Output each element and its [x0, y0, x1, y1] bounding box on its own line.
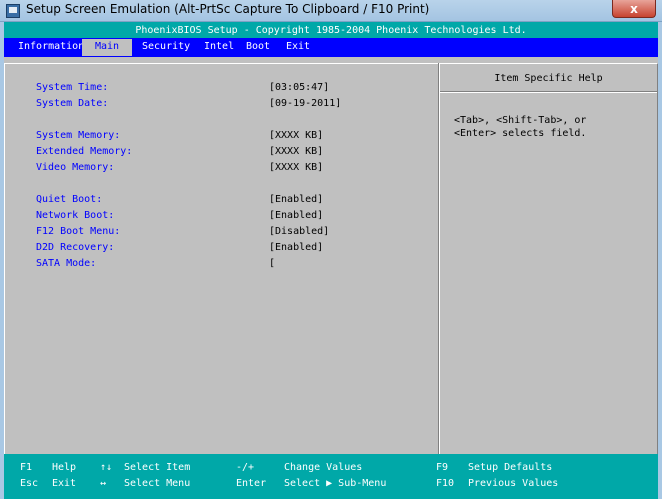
- panel-divider: [438, 63, 440, 471]
- key-esc: Esc: [20, 478, 39, 489]
- extended-memory-label: Extended Memory:: [36, 146, 133, 157]
- help-separator: [440, 91, 657, 93]
- key-f9: F9: [436, 462, 449, 473]
- key-legend-footer: F1 Help ↑↓ Select Item -/+ Change Values…: [4, 454, 658, 499]
- key-f10: F10: [436, 478, 455, 489]
- bios-screen: PhoenixBIOS Setup - Copyright 1985-2004 …: [4, 22, 658, 499]
- key-enter: Enter: [236, 478, 267, 489]
- help-text: <Tab>, <Shift-Tab>, or <Enter> selects f…: [454, 115, 587, 139]
- setup-defaults-action: Setup Defaults: [468, 462, 553, 473]
- tab-intel[interactable]: Intel: [204, 41, 234, 52]
- leftright-arrows-icon: ↔: [100, 478, 107, 489]
- video-memory-label: Video Memory:: [36, 162, 115, 173]
- tab-exit[interactable]: Exit: [286, 41, 310, 52]
- system-memory-label: System Memory:: [36, 130, 121, 141]
- key-plus-minus: -/+: [236, 462, 255, 473]
- system-time-label: System Time:: [36, 82, 109, 93]
- close-button[interactable]: x: [612, 0, 656, 18]
- tab-boot[interactable]: Boot: [246, 41, 270, 52]
- key-f1: F1: [20, 462, 33, 473]
- system-time-value[interactable]: [03:05:47]: [269, 82, 329, 93]
- tab-security[interactable]: Security: [142, 41, 190, 52]
- system-date-value[interactable]: [09-19-2011]: [269, 98, 341, 109]
- f12-boot-menu-label: F12 Boot Menu:: [36, 226, 121, 237]
- f12-boot-menu-value[interactable]: [Disabled]: [269, 226, 329, 237]
- window-titlebar: Setup Screen Emulation (Alt-PrtSc Captur…: [0, 0, 662, 22]
- system-date-label: System Date:: [36, 98, 109, 109]
- sata-mode-label: SATA Mode:: [36, 258, 97, 269]
- video-memory-value: [XXXX KB]: [269, 162, 324, 173]
- quiet-boot-label: Quiet Boot:: [36, 194, 103, 205]
- bios-menubar: Information Main Security Intel Boot Exi…: [4, 38, 658, 57]
- help-title: Item Specific Help: [494, 73, 603, 84]
- tab-main[interactable]: Main: [82, 39, 132, 56]
- app-icon: [6, 4, 20, 18]
- change-values-action: Change Values: [284, 462, 363, 473]
- select-submenu-action: Select ▶ Sub-Menu: [284, 478, 387, 489]
- select-menu-action: Select Menu: [124, 478, 191, 489]
- d2d-recovery-value[interactable]: [Enabled]: [269, 242, 323, 253]
- system-memory-value: [XXXX KB]: [269, 130, 324, 141]
- network-boot-value[interactable]: [Enabled]: [269, 210, 323, 221]
- key-esc-action: Exit: [52, 478, 77, 489]
- quiet-boot-value[interactable]: [Enabled]: [269, 194, 323, 205]
- window-frame-right: [658, 22, 662, 499]
- select-item-action: Select Item: [124, 462, 191, 473]
- updown-arrows-icon: ↑↓: [100, 462, 113, 473]
- d2d-recovery-label: D2D Recovery:: [36, 242, 115, 253]
- bios-header: PhoenixBIOS Setup - Copyright 1985-2004 …: [4, 22, 658, 38]
- tab-information[interactable]: Information: [18, 41, 84, 52]
- sata-mode-value[interactable]: [: [269, 258, 275, 269]
- window-title: Setup Screen Emulation (Alt-PrtSc Captur…: [26, 2, 430, 16]
- key-f1-action: Help: [52, 462, 77, 473]
- extended-memory-value: [XXXX KB]: [269, 146, 324, 157]
- previous-values-action: Previous Values: [468, 478, 559, 489]
- network-boot-label: Network Boot:: [36, 210, 115, 221]
